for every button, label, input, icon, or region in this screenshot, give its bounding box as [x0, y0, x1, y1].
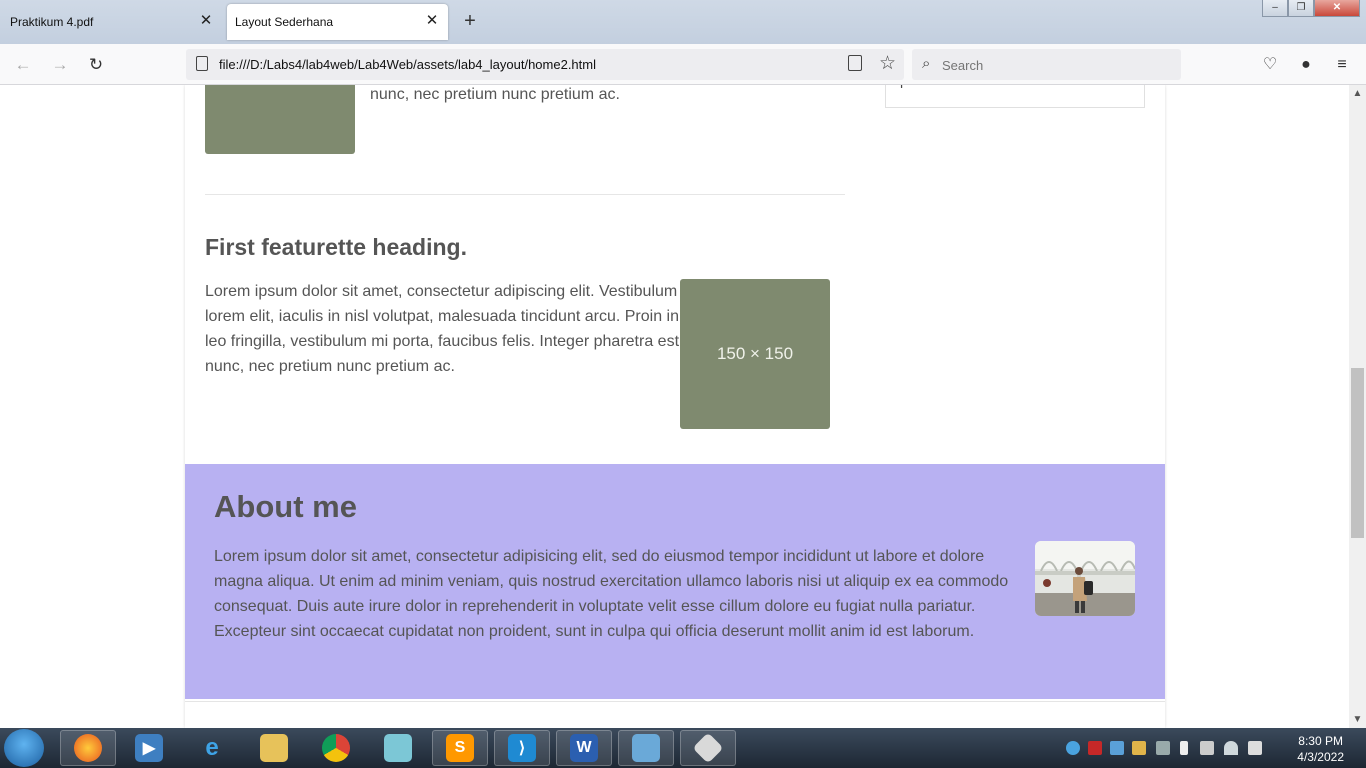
url-bar[interactable]: file:///D:/Labs4/lab4web/Lab4Web/assets/…: [186, 49, 904, 80]
taskbar-photo-viewer[interactable]: [618, 730, 674, 766]
scrollbar-thumb[interactable]: [1351, 368, 1364, 538]
page-container: nunc, nec pretium nunc pretium ac. p Fir…: [185, 85, 1165, 728]
battery-icon[interactable]: [1180, 741, 1188, 755]
wifi-icon[interactable]: [1224, 741, 1238, 755]
vscode-icon: ⟩: [508, 734, 536, 762]
taskbar-chrome[interactable]: [308, 730, 364, 766]
signal-icon[interactable]: [1200, 741, 1214, 755]
scroll-up-arrow-icon[interactable]: ▲: [1349, 85, 1366, 102]
sidebar-text-fragment: p: [900, 85, 908, 88]
back-arrow-icon[interactable]: ←: [10, 52, 36, 78]
clock[interactable]: 8:30 PM 4/3/2022: [1297, 733, 1344, 765]
image-size-label: 150 × 150: [716, 344, 794, 363]
profile-photo: [1035, 541, 1135, 616]
taskbar-internet-explorer[interactable]: e: [184, 730, 240, 766]
tab-label: Praktikum 4.pdf: [10, 15, 94, 29]
account-icon[interactable]: ●: [1293, 52, 1319, 78]
search-tray-icon[interactable]: [1066, 741, 1080, 755]
article-text-fragment: nunc, nec pretium nunc pretium ac.: [370, 86, 620, 103]
folder-icon: [260, 734, 288, 762]
search-box[interactable]: ⌕: [912, 49, 1181, 80]
taskbar: ▶ e S ⟩ W 8:30 PM 4/3/2022: [0, 728, 1366, 768]
media-player-icon: ▶: [135, 734, 163, 762]
taskbar-vscode[interactable]: ⟩: [494, 730, 550, 766]
about-heading: About me: [214, 489, 357, 524]
restore-button[interactable]: ❐: [1288, 0, 1314, 17]
photo-viewer-icon: [632, 734, 660, 762]
network-tray-icon[interactable]: [1110, 741, 1124, 755]
vertical-scrollbar[interactable]: ▲ ▼: [1349, 85, 1366, 728]
scroll-down-arrow-icon[interactable]: ▼: [1349, 711, 1366, 728]
chrome-icon: [322, 734, 350, 762]
adobe-tray-icon[interactable]: [1088, 741, 1102, 755]
footer-strip: [185, 701, 1165, 728]
reload-icon[interactable]: ↻: [83, 52, 109, 78]
placeholder-image: [205, 85, 355, 154]
tab-strip: Praktikum 4.pdf ✕ Layout Sederhana ✕ + –…: [0, 0, 1366, 44]
sidebar-box: p: [885, 85, 1145, 108]
url-text[interactable]: file:///D:/Labs4/lab4web/Lab4Web/assets/…: [219, 57, 596, 72]
tab-layout-sederhana[interactable]: Layout Sederhana ✕: [227, 4, 448, 40]
clock-date: 4/3/2022: [1297, 750, 1344, 764]
featurette-heading: First featurette heading.: [205, 234, 467, 260]
search-input[interactable]: [942, 55, 1162, 75]
close-window-button[interactable]: ✕: [1314, 0, 1360, 17]
sublime-text-icon: S: [446, 734, 474, 762]
taskbar-notes[interactable]: [370, 730, 426, 766]
tab-label: Layout Sederhana: [235, 15, 334, 29]
system-tray: 8:30 PM 4/3/2022: [1056, 728, 1366, 768]
page-icon: [196, 56, 208, 71]
taskbar-media-player[interactable]: ▶: [121, 730, 177, 766]
close-icon[interactable]: ✕: [424, 13, 440, 29]
navigation-toolbar: ← → ↻ file:///D:/Labs4/lab4web/Lab4Web/a…: [0, 44, 1366, 85]
featurette-image: 150 × 150: [680, 279, 830, 429]
taskbar-git[interactable]: [680, 730, 736, 766]
pocket-icon[interactable]: ♡: [1257, 52, 1283, 78]
taskbar-word[interactable]: W: [556, 730, 612, 766]
usb-tray-icon[interactable]: [1156, 741, 1170, 755]
reader-view-icon[interactable]: [848, 55, 862, 71]
word-icon: W: [570, 734, 598, 762]
featurette-text: Lorem ipsum dolor sit amet, consectetur …: [205, 283, 680, 375]
git-icon: [692, 732, 724, 764]
page-viewport: nunc, nec pretium nunc pretium ac. p Fir…: [0, 85, 1349, 728]
bookmark-star-icon[interactable]: ☆: [879, 52, 896, 75]
taskbar-sublime-text[interactable]: S: [432, 730, 488, 766]
volume-icon[interactable]: [1248, 741, 1262, 755]
forward-arrow-icon[interactable]: →: [47, 52, 73, 78]
notes-icon: [384, 734, 412, 762]
internet-explorer-icon: e: [205, 734, 219, 761]
about-section: About me Lorem ipsum dolor sit amet, con…: [185, 464, 1165, 699]
update-tray-icon[interactable]: [1132, 741, 1146, 755]
taskbar-firefox[interactable]: [60, 730, 116, 766]
menu-icon[interactable]: ≡: [1329, 52, 1355, 78]
firefox-icon: [74, 734, 102, 762]
window-controls: – ❐ ✕: [1262, 0, 1360, 17]
start-button[interactable]: [4, 729, 44, 767]
close-icon[interactable]: ✕: [198, 13, 214, 29]
search-icon: ⌕: [922, 55, 931, 72]
divider: [205, 194, 845, 195]
taskbar-file-explorer[interactable]: [246, 730, 302, 766]
minimize-button[interactable]: –: [1262, 0, 1288, 17]
clock-time: 8:30 PM: [1298, 734, 1343, 748]
new-tab-button[interactable]: +: [458, 10, 482, 34]
tab-praktikum-pdf[interactable]: Praktikum 4.pdf ✕: [0, 4, 222, 40]
about-text: Lorem ipsum dolor sit amet, consectetur …: [214, 548, 1009, 640]
